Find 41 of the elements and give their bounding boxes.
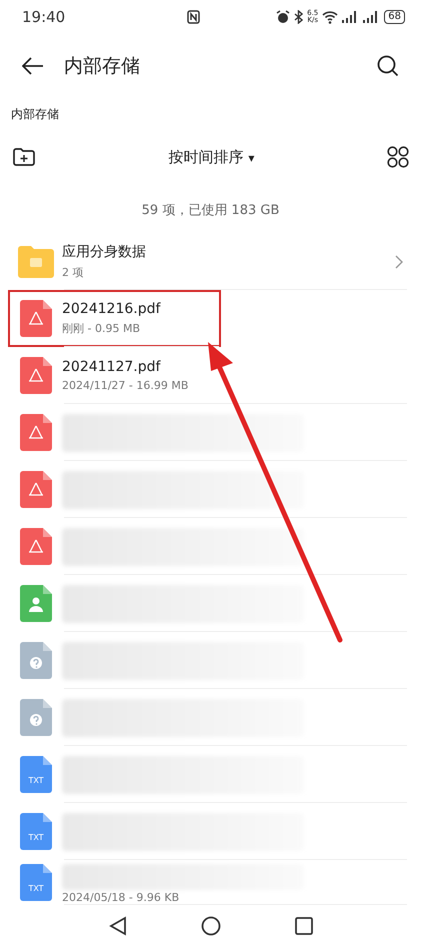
pdf-file-icon [20, 414, 52, 451]
file-row[interactable]: 应用分身数据 2 项 [8, 233, 409, 290]
new-folder-icon[interactable] [12, 147, 36, 167]
status-time: 19:40 [22, 8, 66, 26]
pdf-file-icon [20, 471, 52, 508]
file-name: 20241127.pdf [62, 359, 162, 375]
grid-view-icon[interactable] [387, 146, 409, 168]
unknown-file-icon [20, 699, 52, 736]
file-meta: 2024/05/18 - 9.96 KB [62, 891, 180, 904]
file-meta: 2024/11/27 - 16.99 MB [62, 379, 190, 392]
recents-nav-icon[interactable] [294, 917, 312, 935]
text-file-icon: TXT [20, 756, 52, 793]
sort-dropdown[interactable]: 按时间排序 ▾ [168, 148, 254, 166]
chevron-right-icon [395, 254, 403, 268]
page-title: 内部存储 [64, 54, 140, 79]
breadcrumb[interactable]: 内部存储 [0, 98, 70, 131]
text-file-icon: TXT [20, 864, 52, 901]
file-name: 应用分身数据 [62, 243, 147, 261]
search-icon[interactable] [377, 55, 399, 77]
wifi-icon [322, 10, 338, 24]
contact-file-icon [20, 585, 52, 622]
pdf-file-icon [20, 357, 52, 394]
back-arrow-icon[interactable] [22, 57, 44, 75]
file-meta: 2 项 [62, 265, 84, 280]
file-meta: 刚刚 - 0.95 MB [62, 321, 141, 336]
file-row[interactable]: TXT 2024/05/18 - 9.96 KB [8, 860, 409, 905]
battery-level: 68 [384, 10, 405, 24]
unknown-file-icon [20, 642, 52, 679]
pdf-file-icon [20, 528, 52, 565]
nfc-icon [187, 10, 200, 24]
storage-summary: 59 项，已使用 183 GB [140, 202, 280, 220]
file-row[interactable]: 20241127.pdf 2024/11/27 - 16.99 MB [8, 347, 409, 404]
file-row[interactable]: 20241216.pdf 刚刚 - 0.95 MB [8, 290, 221, 347]
folder-icon [18, 246, 54, 278]
file-name: 20241216.pdf [62, 301, 162, 317]
bluetooth-icon [294, 10, 304, 24]
back-nav-icon[interactable] [108, 916, 126, 936]
pdf-file-icon [20, 300, 52, 337]
text-file-icon: TXT [20, 813, 52, 850]
home-nav-icon[interactable] [200, 916, 220, 936]
alarm-icon [276, 10, 290, 24]
